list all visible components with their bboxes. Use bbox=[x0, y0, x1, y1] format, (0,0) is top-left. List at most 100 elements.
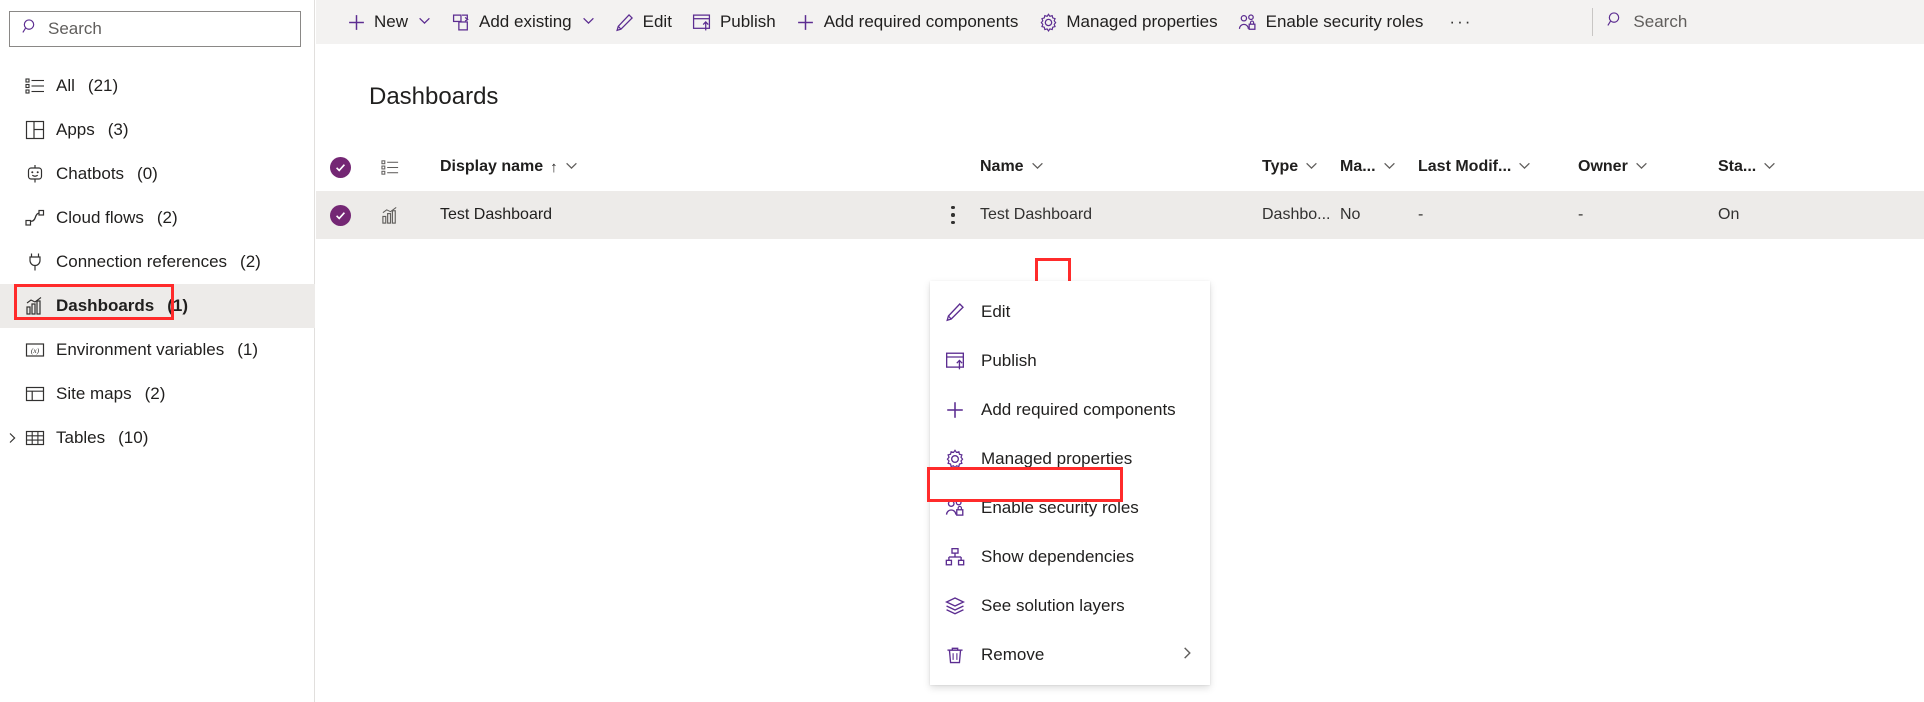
sidebar-item-label: Chatbots bbox=[56, 164, 125, 183]
row-more-actions-button[interactable] bbox=[926, 198, 980, 232]
column-header-owner[interactable]: Owner bbox=[1578, 158, 1718, 176]
context-menu-item-label: See solution layers bbox=[981, 595, 1125, 615]
row-checkbox[interactable] bbox=[316, 204, 364, 226]
sidebar-item-count: (2) bbox=[240, 252, 261, 271]
variable-icon: (x) bbox=[24, 339, 46, 361]
toolbar-item-label: Managed properties bbox=[1066, 12, 1218, 31]
plus-icon bbox=[944, 399, 966, 421]
cell-owner: - bbox=[1578, 206, 1584, 223]
column-header-label: Ma... bbox=[1340, 158, 1376, 175]
context-menu-item-label: Enable security roles bbox=[981, 497, 1139, 517]
search-icon bbox=[22, 18, 39, 40]
toolbar-overflow-button[interactable]: ··· bbox=[1433, 0, 1488, 44]
toolbar-search-input[interactable]: Search bbox=[1607, 11, 1687, 33]
cloud-flow-icon bbox=[24, 207, 46, 229]
sidebar-item-count: (21) bbox=[87, 76, 119, 95]
sidebar-item-site-maps[interactable]: Site maps (2) bbox=[0, 372, 315, 416]
context-menu-item-edit[interactable]: Edit bbox=[930, 287, 1210, 336]
chevron-right-icon[interactable] bbox=[4, 430, 20, 446]
sidebar-nav: All (21) Apps (3) Chatbots (0) Cloud flo… bbox=[0, 64, 315, 460]
page-title: Dashboards bbox=[369, 83, 499, 110]
chevron-right-icon[interactable] bbox=[1180, 646, 1194, 664]
sidebar-item-label: Cloud flows bbox=[56, 208, 144, 227]
dashboards-grid: Display name ↑ Name Type Ma... Last Modi… bbox=[316, 143, 1924, 239]
chevron-down-icon[interactable] bbox=[1518, 159, 1531, 175]
context-menu-item-remove[interactable]: Remove bbox=[930, 630, 1210, 679]
sitemap-layout-icon bbox=[24, 383, 46, 405]
checkmark-icon bbox=[329, 204, 351, 226]
context-menu-item-show-dependencies[interactable]: Show dependencies bbox=[930, 532, 1210, 581]
chevron-down-icon[interactable] bbox=[1763, 159, 1776, 175]
toolbar-item-label: Add existing bbox=[479, 12, 572, 31]
table-row[interactable]: Test Dashboard Test Dashboard Dashbo... … bbox=[316, 191, 1924, 239]
sidebar-item-count: (3) bbox=[107, 120, 129, 139]
context-menu-item-see-solution-layers[interactable]: See solution layers bbox=[930, 581, 1210, 630]
table-grid-icon bbox=[24, 427, 46, 449]
sidebar-item-label: Site maps bbox=[56, 384, 132, 403]
dashboard-chart-icon bbox=[24, 295, 46, 317]
sidebar-item-all[interactable]: All (21) bbox=[0, 64, 315, 108]
chevron-down-icon[interactable] bbox=[1383, 159, 1396, 175]
toolbar-add-required-components-button[interactable]: Add required components bbox=[786, 0, 1029, 44]
context-menu-item-label: Publish bbox=[981, 350, 1037, 370]
overflow-vertical-icon[interactable] bbox=[941, 198, 965, 232]
sidebar-item-connection-references[interactable]: Connection references (2) bbox=[0, 240, 315, 284]
dashboard-chart-icon bbox=[364, 206, 416, 225]
chevron-down-icon[interactable] bbox=[582, 14, 595, 30]
sidebar-item-environment-variables[interactable]: (x) Environment variables (1) bbox=[0, 328, 315, 372]
column-header-type[interactable]: Type bbox=[1262, 158, 1340, 176]
toolbar-enable-security-roles-button[interactable]: Enable security roles bbox=[1228, 0, 1434, 44]
column-header-name[interactable]: Name bbox=[980, 158, 1262, 176]
pencil-icon bbox=[944, 301, 966, 323]
toolbar-add-existing-button[interactable]: Add existing bbox=[441, 0, 605, 44]
column-header-managed[interactable]: Ma... bbox=[1340, 158, 1418, 176]
sidebar-item-label: Dashboards bbox=[56, 296, 155, 315]
column-header-status[interactable]: Sta... bbox=[1718, 158, 1828, 176]
sidebar-item-count: (1) bbox=[167, 296, 189, 315]
cell-display-name[interactable]: Test Dashboard bbox=[416, 206, 926, 224]
sidebar-item-tables[interactable]: Tables (10) bbox=[0, 416, 315, 460]
chevron-down-icon[interactable] bbox=[1305, 159, 1318, 175]
column-header-label: Type bbox=[1262, 158, 1299, 175]
chevron-down-icon[interactable] bbox=[418, 14, 431, 30]
search-icon bbox=[1607, 11, 1624, 33]
sidebar-item-count: (10) bbox=[118, 428, 149, 447]
context-menu-item-label: Add required components bbox=[981, 399, 1176, 419]
toolbar-new-button[interactable]: New bbox=[336, 0, 441, 44]
grid-header-row: Display name ↑ Name Type Ma... Last Modi… bbox=[316, 143, 1924, 191]
context-menu-item-enable-security-roles[interactable]: Enable security roles bbox=[930, 483, 1210, 532]
plus-icon bbox=[346, 12, 366, 32]
sidebar-search-input[interactable]: Search bbox=[9, 11, 301, 47]
column-header-display-name[interactable]: Display name ↑ bbox=[416, 158, 926, 176]
sidebar-item-count: (0) bbox=[137, 164, 158, 183]
toolbar-managed-properties-button[interactable]: Managed properties bbox=[1028, 0, 1227, 44]
select-all-checkbox[interactable] bbox=[316, 156, 364, 178]
sidebar: Search All (21) Apps (3) Chatbots (0) Cl… bbox=[0, 0, 315, 702]
toolbar-item-label: Publish bbox=[719, 12, 776, 31]
context-menu-item-publish[interactable]: Publish bbox=[930, 336, 1210, 385]
checkmark-icon bbox=[329, 156, 351, 178]
context-menu-item-label: Managed properties bbox=[981, 448, 1133, 468]
plus-icon bbox=[796, 12, 816, 32]
column-header-last-modified[interactable]: Last Modif... bbox=[1418, 158, 1578, 176]
context-menu-item-add-required-components[interactable]: Add required components bbox=[930, 385, 1210, 434]
sidebar-item-chatbots[interactable]: Chatbots (0) bbox=[0, 152, 315, 196]
sidebar-item-label: Connection references bbox=[56, 252, 228, 271]
toolbar-edit-button[interactable]: Edit bbox=[605, 0, 682, 44]
sidebar-item-label: Environment variables bbox=[56, 340, 225, 359]
trash-icon bbox=[944, 644, 966, 666]
chevron-down-icon[interactable] bbox=[1635, 159, 1648, 175]
chevron-down-icon[interactable] bbox=[1031, 159, 1044, 175]
sidebar-item-apps[interactable]: Apps (3) bbox=[0, 108, 315, 152]
cell-type: Dashbo... bbox=[1262, 206, 1331, 223]
sidebar-item-cloud-flows[interactable]: Cloud flows (2) bbox=[0, 196, 315, 240]
publish-icon bbox=[692, 12, 712, 32]
toolbar-publish-button[interactable]: Publish bbox=[682, 0, 786, 44]
sidebar-item-dashboards[interactable]: Dashboards (1) bbox=[0, 284, 315, 328]
context-menu-item-managed-properties[interactable]: Managed properties bbox=[930, 434, 1210, 483]
cell-name: Test Dashboard bbox=[980, 206, 1093, 223]
toolbar-item-label: Edit bbox=[642, 12, 672, 31]
chevron-down-icon[interactable] bbox=[565, 159, 578, 175]
grid-header-type-icon[interactable] bbox=[364, 158, 416, 177]
context-menu-item-label: Show dependencies bbox=[981, 546, 1135, 566]
